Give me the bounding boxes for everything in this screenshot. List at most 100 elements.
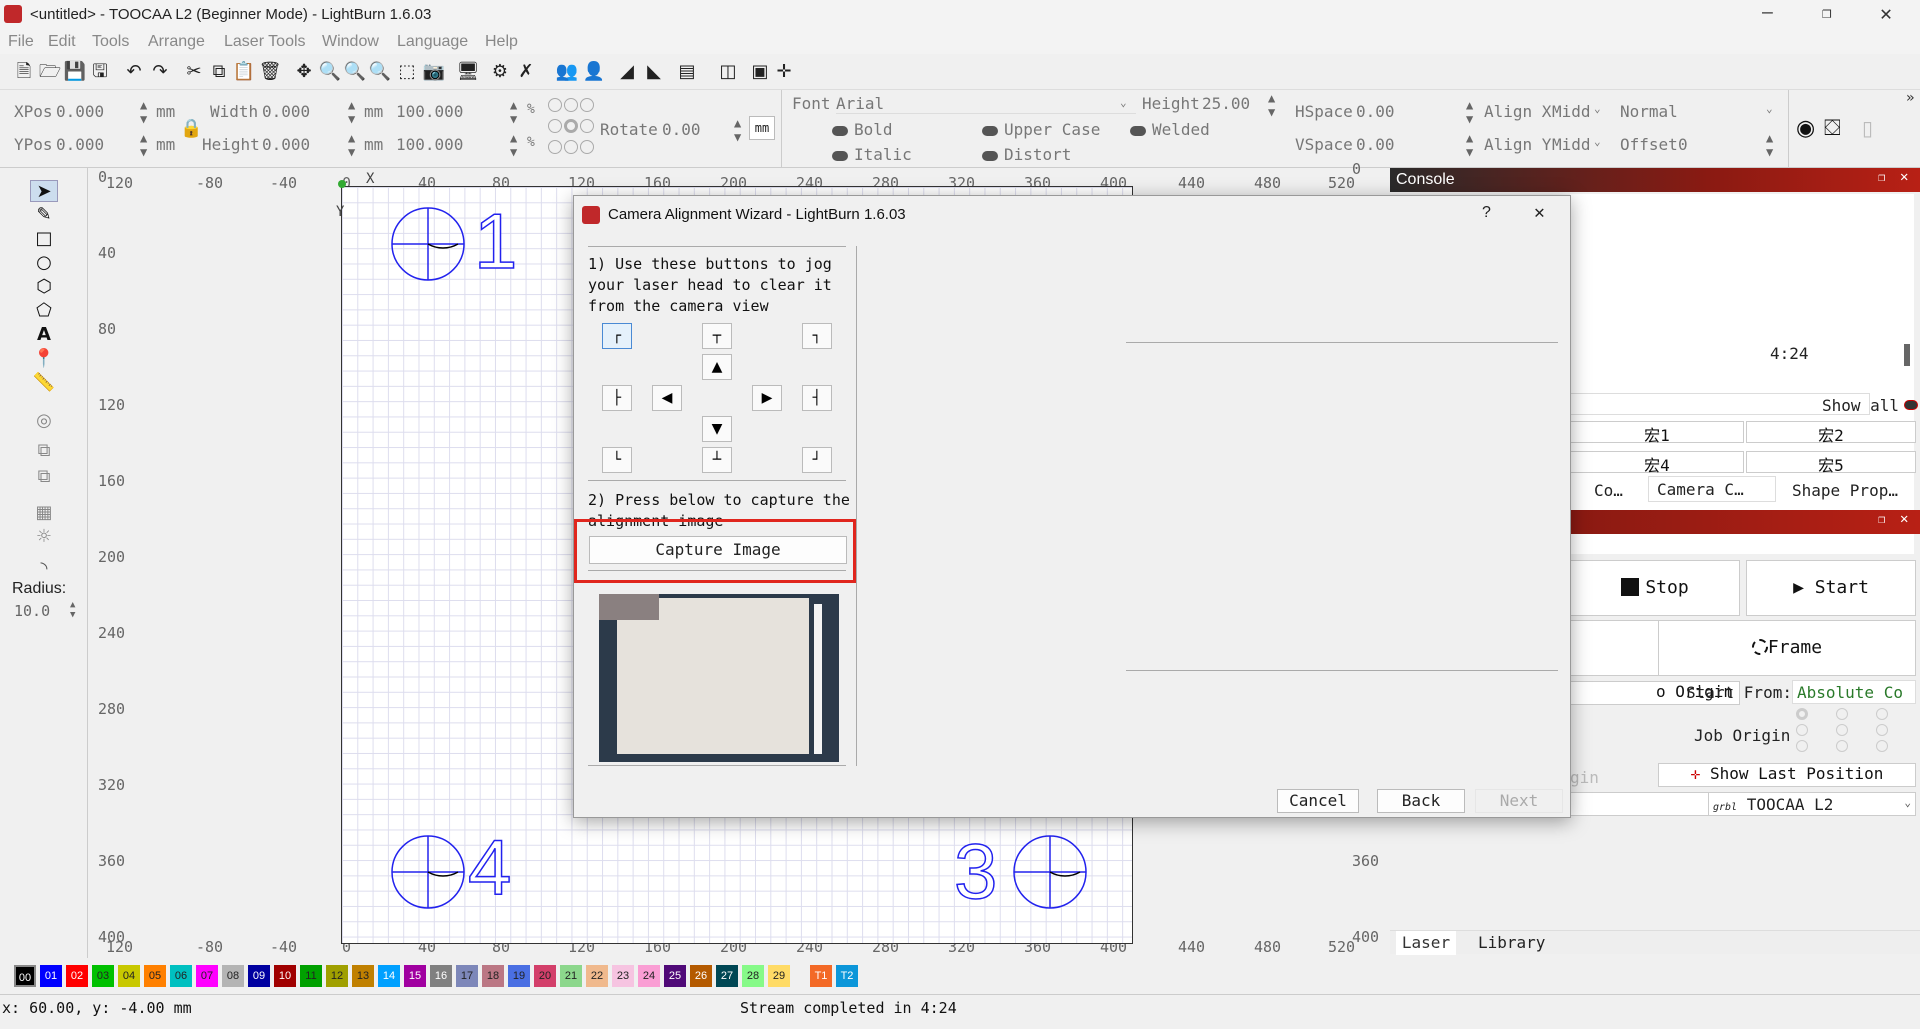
font-dropdown-icon[interactable]: ⌄ (1120, 96, 1127, 109)
macro-button-4[interactable]: 宏4 (1570, 451, 1744, 475)
jog-top-right-button[interactable]: ┐ (802, 323, 832, 349)
show-last-position-button[interactable]: ✛ Show Last Position (1658, 763, 1916, 787)
height-percent-spinner[interactable]: ▲ ▼ (510, 131, 517, 159)
new-file-icon[interactable]: 🗎 (12, 60, 36, 84)
jog-bottom-right-button[interactable]: ┘ (802, 447, 832, 473)
color-swatch-28[interactable]: 28 (742, 965, 764, 987)
start-from-select[interactable]: Absolute Co (1792, 680, 1916, 704)
offset-tool-icon[interactable]: ◎ (30, 410, 58, 432)
jog-middle-left-button[interactable]: ├ (602, 385, 632, 411)
select-tool-icon[interactable]: ➤ (30, 180, 58, 202)
start-button[interactable]: ▶ Start (1746, 560, 1916, 616)
tab-laser[interactable]: Laser (1396, 931, 1456, 955)
tab-console[interactable]: Co… (1594, 481, 1623, 500)
text-tool-icon[interactable]: A (30, 324, 58, 346)
tools-icon[interactable]: ✗ (514, 60, 538, 84)
align-y-dropdown-icon[interactable]: ⌄ (1594, 135, 1601, 148)
upper-case-toggle[interactable]: Upper Case (982, 120, 1100, 139)
color-swatch-27[interactable]: 27 (716, 965, 738, 987)
height-percent-field[interactable]: 100.000 (396, 135, 463, 154)
menu-arrange[interactable]: Arrange (148, 33, 205, 51)
anchor-grid[interactable] (548, 98, 596, 162)
color-swatch-11[interactable]: 11 (300, 965, 322, 987)
minimize-button[interactable]: — (1762, 2, 1773, 23)
jog-left-button[interactable]: ◀ (652, 385, 682, 411)
paste-icon[interactable]: 📋 (232, 60, 256, 84)
dialog-help-button[interactable]: ? (1482, 204, 1491, 222)
mirror-icon[interactable]: ◣ (642, 60, 666, 84)
menu-help[interactable]: Help (485, 33, 518, 51)
radius-spinner[interactable]: ▲ ▼ (70, 600, 75, 620)
cancel-button[interactable]: Cancel (1277, 789, 1359, 813)
save-as-icon[interactable]: 🖫 (88, 60, 112, 84)
show-all-toggle[interactable] (1904, 400, 1918, 410)
user-icon[interactable]: 👤 (582, 60, 606, 84)
color-swatch-25[interactable]: 25 (664, 965, 686, 987)
ypos-spinner[interactable]: ▲ ▼ (140, 131, 147, 159)
dialog-close-button[interactable]: ✕ (1534, 202, 1545, 223)
color-swatch-05[interactable]: 05 (144, 965, 166, 987)
welded-toggle[interactable]: Welded (1130, 120, 1210, 139)
width-percent-field[interactable]: 100.000 (396, 102, 463, 121)
maximize-button[interactable]: ❐ (1822, 3, 1832, 22)
vspace-field[interactable]: 0.00 (1356, 135, 1395, 154)
color-swatch-06[interactable]: 06 (170, 965, 192, 987)
settings-icon[interactable]: ⚙ (488, 60, 512, 84)
color-swatch-14[interactable]: 14 (378, 965, 400, 987)
console-scrollbar[interactable] (1904, 344, 1910, 366)
color-swatch-29[interactable]: 29 (768, 965, 790, 987)
crosshair-icon[interactable]: ✛ (772, 60, 796, 84)
color-swatch-21[interactable]: 21 (560, 965, 582, 987)
jog-bottom-center-button[interactable]: ┴ (702, 447, 732, 473)
copy-icon[interactable]: ⧉ (207, 60, 231, 84)
color-swatch-18[interactable]: 18 (482, 965, 504, 987)
macro-button-1[interactable]: 宏1 (1570, 421, 1744, 445)
height-field[interactable]: 0.000 (262, 135, 310, 154)
color-swatch-24[interactable]: 24 (638, 965, 660, 987)
boolean-subtract-icon[interactable]: ⧉ (30, 466, 58, 488)
redo-icon[interactable]: ↷ (148, 60, 172, 84)
corner-radius-icon[interactable]: ◝ (30, 558, 58, 580)
ellipse-tool-icon[interactable]: ○ (30, 252, 58, 274)
laser-float-icon[interactable]: ❐ (1878, 512, 1885, 526)
color-swatch-00[interactable]: 00 (14, 965, 36, 987)
tab-shape-properties[interactable]: Shape Prop… (1792, 481, 1898, 500)
tab-library[interactable]: Library (1478, 933, 1545, 952)
hspace-spinner[interactable]: ▲ ▼ (1466, 98, 1473, 126)
width-field[interactable]: 0.000 (262, 102, 310, 121)
position-pin-icon[interactable]: 📍 (30, 348, 58, 370)
next-button[interactable]: Next (1475, 789, 1563, 813)
width-percent-spinner[interactable]: ▲ ▼ (510, 98, 517, 126)
radius-field[interactable]: 10.0 (14, 602, 50, 620)
color-swatch-23[interactable]: 23 (612, 965, 634, 987)
color-swatch-T2[interactable]: T2 (836, 965, 858, 987)
color-swatch-22[interactable]: 22 (586, 965, 608, 987)
shape-tool-icon[interactable]: ⬠ (30, 300, 58, 322)
undo-icon[interactable]: ↶ (122, 60, 146, 84)
color-swatch-09[interactable]: 09 (248, 965, 270, 987)
color-swatch-T1[interactable]: T1 (810, 965, 832, 987)
dock-panel-icon[interactable]: ▯ (1862, 116, 1873, 140)
color-swatch-15[interactable]: 15 (404, 965, 426, 987)
console-float-icon[interactable]: ❐ (1878, 170, 1885, 184)
bold-toggle[interactable]: Bold (832, 120, 893, 139)
frame-button[interactable]: Frame (1658, 620, 1916, 676)
color-swatch-13[interactable]: 13 (352, 965, 374, 987)
color-swatch-10[interactable]: 10 (274, 965, 296, 987)
laser-close-icon[interactable]: ✕ (1900, 511, 1908, 527)
color-swatch-16[interactable]: 16 (430, 965, 452, 987)
rotate-field[interactable]: 0.00 (662, 120, 701, 139)
lock-icon[interactable]: 🔒 (180, 118, 202, 139)
zoom-fit-icon[interactable]: 🔍 (343, 60, 367, 84)
color-swatch-02[interactable]: 02 (66, 965, 88, 987)
italic-toggle[interactable]: Italic (832, 145, 912, 164)
color-swatch-26[interactable]: 26 (690, 965, 712, 987)
stop-button[interactable]: Stop (1570, 560, 1740, 616)
color-swatch-04[interactable]: 04 (118, 965, 140, 987)
macro-button-2[interactable]: 宏2 (1746, 421, 1916, 445)
more-chevron-icon[interactable]: » (1906, 90, 1914, 106)
rotate-unit-button[interactable]: mm (749, 116, 775, 140)
ypos-field[interactable]: 0.000 (56, 135, 104, 154)
vspace-spinner[interactable]: ▲ ▼ (1466, 131, 1473, 159)
back-button[interactable]: Back (1377, 789, 1465, 813)
